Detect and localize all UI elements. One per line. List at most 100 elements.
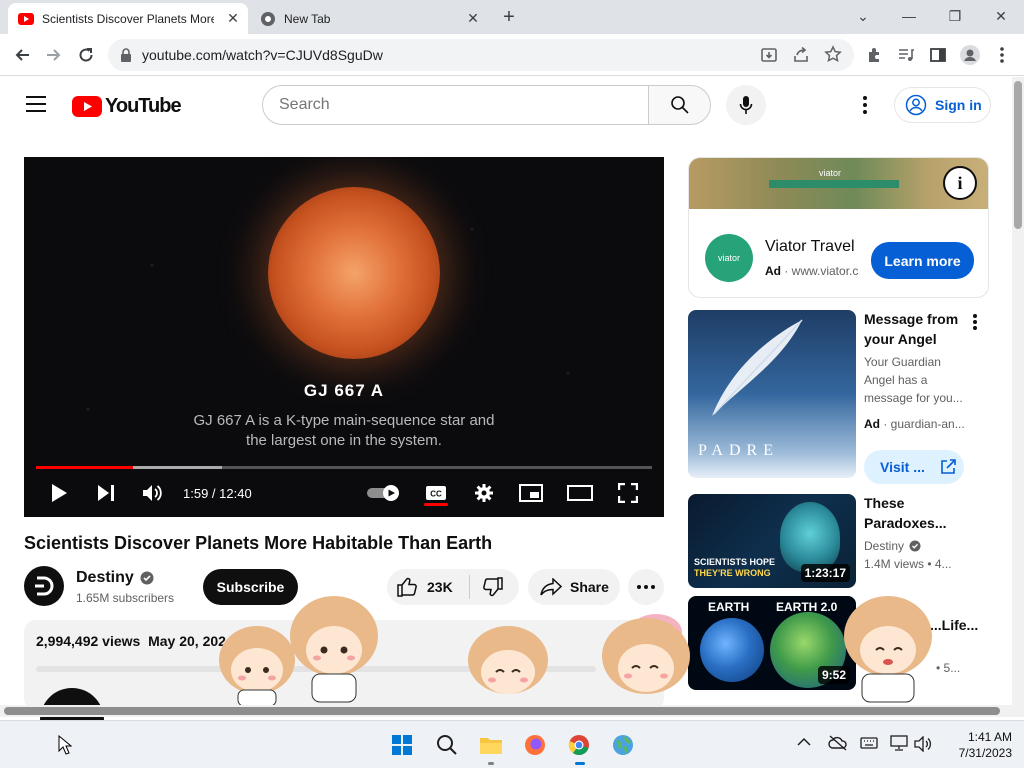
view-count: 2,994,492 views: [36, 633, 141, 649]
media-control-icon[interactable]: [894, 43, 918, 67]
star-render: [268, 187, 440, 359]
channel-name[interactable]: Destiny: [76, 569, 154, 587]
like-count: 23K: [427, 579, 453, 595]
sign-in-button[interactable]: Sign in: [894, 87, 991, 123]
ad-info-icon[interactable]: i: [943, 166, 977, 200]
tab-youtube[interactable]: Scientists Discover Planets More ✕: [8, 3, 248, 34]
tab-close-icon[interactable]: ✕: [466, 11, 480, 25]
share-arrow-icon: [540, 578, 562, 596]
chrome-icon[interactable]: [567, 733, 591, 757]
browser-tab-strip: Scientists Discover Planets More ✕ New T…: [0, 0, 1024, 34]
volume-icon[interactable]: [140, 481, 166, 505]
youtube-logo-icon: [72, 96, 102, 117]
lock-icon[interactable]: [120, 48, 132, 62]
more-actions-icon[interactable]: [628, 569, 664, 605]
video-player[interactable]: GJ 667 A GJ 667 A is a K-type main-seque…: [24, 157, 664, 517]
visit-site-button[interactable]: Visit ...: [864, 450, 964, 484]
thumbs-down-icon[interactable]: [481, 577, 503, 597]
install-app-icon[interactable]: [760, 46, 778, 64]
tab-search-chevron-icon[interactable]: ⌄: [851, 6, 875, 26]
new-tab-icon[interactable]: +: [498, 7, 520, 29]
tab-close-icon[interactable]: ✕: [226, 11, 240, 25]
display-network-icon[interactable]: [890, 735, 908, 751]
recommendation-title[interactable]: These Paradoxes...: [864, 493, 974, 533]
search-input[interactable]: Search: [262, 85, 648, 125]
youtube-header: YouTube Search Sign in: [0, 77, 1012, 133]
autoplay-toggle[interactable]: [366, 481, 402, 505]
youtube-favicon-icon: [18, 11, 34, 27]
earth-globe: [700, 618, 764, 682]
forward-icon[interactable]: [42, 43, 66, 67]
restore-icon[interactable]: ❐: [943, 6, 967, 26]
next-video-icon[interactable]: [94, 481, 118, 505]
clock-time: 1:41 AM: [967, 730, 1012, 744]
profile-avatar-icon[interactable]: [958, 43, 982, 67]
extensions-icon[interactable]: [862, 43, 886, 67]
recommendation-menu-icon[interactable]: [968, 313, 982, 331]
recommendation-thumbnail[interactable]: EARTH EARTH 2.0 9:52: [688, 596, 856, 690]
horizontal-scrollbar[interactable]: [0, 705, 1012, 717]
back-icon[interactable]: [10, 43, 34, 67]
vertical-scrollbar[interactable]: [1012, 77, 1024, 717]
address-bar[interactable]: youtube.com/watch?v=CJUVd8SguDw: [108, 39, 854, 71]
sponsored-ad-card[interactable]: viator i viator Viator Travel Ad · www.v…: [688, 157, 989, 298]
voice-search-button[interactable]: [726, 85, 766, 125]
miniplayer-icon[interactable]: [518, 481, 544, 505]
tab-new-tab[interactable]: New Tab ✕: [250, 3, 488, 34]
progress-bar[interactable]: [36, 466, 652, 469]
closed-captions-icon[interactable]: CC: [424, 481, 448, 505]
minimize-icon[interactable]: —: [897, 6, 921, 26]
share-button[interactable]: Share: [528, 569, 620, 605]
settings-menu-icon[interactable]: [858, 94, 872, 116]
recommendation-thumbnail[interactable]: PADRE: [688, 310, 856, 478]
settings-gear-icon[interactable]: [472, 481, 496, 505]
bookmark-star-icon[interactable]: [824, 45, 842, 63]
advertiser-name: Viator Travel: [765, 238, 855, 255]
play-icon[interactable]: [46, 481, 72, 505]
visit-label: Visit ...: [880, 459, 925, 475]
firefox-icon[interactable]: [523, 733, 547, 757]
youtube-logo[interactable]: YouTube: [72, 95, 182, 118]
close-window-icon[interactable]: ✕: [989, 6, 1013, 26]
recommendation-ad-label: Ad · guardian-an...: [864, 415, 974, 433]
recommendation-thumbnail[interactable]: SCIENTISTS HOPE THEY'RE WRONG 1:23:17: [688, 494, 856, 588]
horizontal-scroll-thumb[interactable]: [4, 707, 1000, 715]
verified-badge-icon: [909, 540, 921, 552]
theater-mode-icon[interactable]: [566, 481, 594, 505]
taskbar-search-icon[interactable]: [435, 733, 459, 757]
sign-in-label: Sign in: [935, 97, 982, 113]
keyboard-icon[interactable]: [860, 737, 878, 749]
account-circle-icon: [905, 94, 927, 116]
reload-icon[interactable]: [74, 43, 98, 67]
fullscreen-icon[interactable]: [616, 481, 640, 505]
video-duration: 1:23:17: [800, 564, 850, 582]
like-divider: [469, 575, 470, 599]
vertical-scroll-thumb[interactable]: [1014, 81, 1022, 229]
chibi-sticker-image: [602, 614, 690, 694]
chibi-sticker-image: [468, 626, 548, 694]
system-clock[interactable]: 1:41 AM 7/31/2023: [946, 729, 1012, 761]
external-link-icon: [939, 458, 957, 476]
recommendation-title[interactable]: Message from your Angel: [864, 309, 974, 349]
ad-label: Ad · www.viator.c: [765, 264, 859, 278]
subscriber-count: 1.65M subscribers: [76, 591, 175, 605]
start-button-icon[interactable]: [390, 733, 414, 757]
browser-menu-icon[interactable]: [990, 43, 1014, 67]
learn-more-button[interactable]: Learn more: [871, 242, 974, 279]
side-panel-icon[interactable]: [926, 43, 950, 67]
like-button[interactable]: 23K: [397, 577, 453, 597]
guide-menu-icon[interactable]: [26, 96, 46, 112]
chibi-sticker-image: [844, 596, 932, 703]
advertiser-logo: viator: [705, 234, 753, 282]
speaker-icon[interactable]: [914, 736, 932, 752]
channel-avatar[interactable]: [24, 566, 64, 606]
recommendation-stats: • 5...: [936, 661, 961, 675]
video-caption-title: GJ 667 A: [303, 381, 385, 400]
show-hidden-icons-icon[interactable]: [797, 737, 811, 747]
chrome-favicon-icon: [260, 11, 276, 27]
network-globe-app-icon[interactable]: [611, 733, 635, 757]
file-explorer-icon[interactable]: [479, 733, 503, 757]
search-button[interactable]: [648, 85, 711, 125]
onedrive-offline-icon[interactable]: [828, 735, 848, 751]
share-page-icon[interactable]: [792, 46, 810, 64]
